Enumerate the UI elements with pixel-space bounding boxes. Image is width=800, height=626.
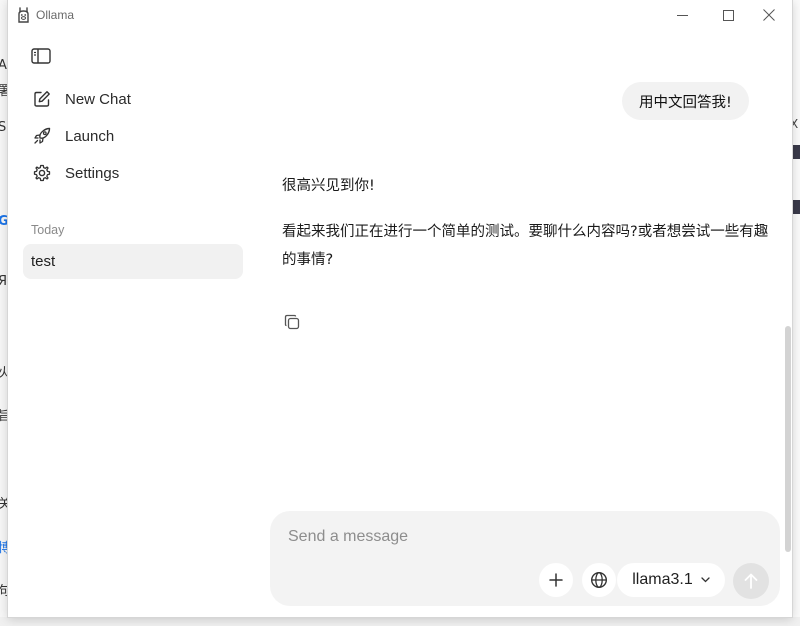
assistant-paragraph: 很高兴见到你! (282, 178, 375, 194)
chat-list-item[interactable]: test (23, 244, 243, 279)
message-input[interactable] (288, 525, 748, 549)
add-attachment-button[interactable] (539, 563, 573, 597)
copy-button[interactable] (282, 312, 302, 332)
ollama-window: Ollama New Chat Launch Settings Today te… (8, 0, 792, 617)
assistant-message: 很高兴见到你! 看起来我们正在进行一个简单的测试。要聊什么内容吗?或者想尝试一些… (282, 172, 772, 292)
sidebar-panel-icon (31, 48, 51, 64)
sidebar-item-label: Launch (65, 127, 115, 145)
edit-icon (32, 89, 52, 109)
title-bar: Ollama (8, 0, 792, 30)
globe-icon (590, 571, 608, 589)
assistant-paragraph: 看起来我们正在进行一个简单的测试。要聊什么内容吗?或者想尝试一些有趣的事情? (282, 224, 769, 268)
minimize-button[interactable] (659, 0, 705, 30)
close-icon (763, 9, 775, 21)
message-composer: llama3.1 (270, 511, 780, 606)
rocket-icon (32, 126, 52, 146)
chat-title: test (31, 253, 56, 270)
chevron-down-icon (701, 577, 710, 583)
llama-logo-icon (16, 6, 32, 24)
user-message-bubble: 用中文回答我! (622, 82, 749, 120)
maximize-icon (722, 9, 734, 21)
sidebar-item-settings[interactable]: Settings (24, 157, 244, 189)
background-window-bottom (0, 617, 800, 626)
minimize-icon (676, 14, 688, 16)
web-search-button[interactable] (582, 563, 616, 597)
maximize-button[interactable] (705, 0, 751, 30)
sidebar-item-launch[interactable]: Launch (24, 120, 244, 152)
sidebar: New Chat Launch Settings Today test (8, 30, 258, 617)
section-label-today: Today (31, 223, 65, 237)
window-title: Ollama (36, 8, 75, 22)
plus-icon (549, 573, 563, 587)
send-button[interactable] (733, 563, 769, 599)
scrollbar[interactable] (784, 30, 792, 617)
model-select[interactable]: llama3.1 (617, 563, 725, 597)
close-button[interactable] (746, 0, 792, 30)
arrow-up-icon (744, 573, 758, 589)
copy-icon (284, 314, 300, 330)
sidebar-item-label: New Chat (65, 90, 131, 108)
sidebar-item-new-chat[interactable]: New Chat (24, 83, 244, 115)
gear-icon (32, 163, 52, 183)
model-name: llama3.1 (632, 571, 693, 588)
sidebar-item-label: Settings (65, 164, 120, 182)
scrollbar-thumb[interactable] (785, 326, 791, 552)
sidebar-toggle-button[interactable] (30, 46, 52, 66)
